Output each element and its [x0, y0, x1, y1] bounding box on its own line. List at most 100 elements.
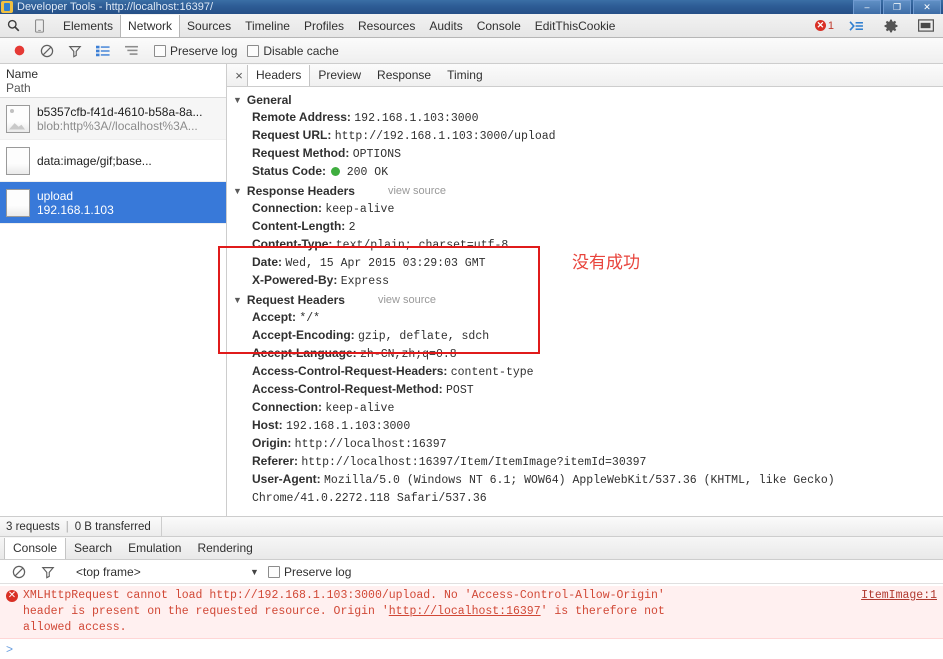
preserve-log-checkbox[interactable]	[154, 44, 166, 57]
request-details-pane: × Headers Preview Response Timing ▼ Gene…	[227, 64, 943, 516]
section-general[interactable]: ▼ General	[233, 91, 943, 109]
toolbar-right-group: ✕ 1	[814, 14, 939, 37]
record-button[interactable]	[6, 39, 32, 63]
status-ok-icon	[331, 167, 341, 176]
annotation-text: 没有成功	[572, 253, 640, 273]
header-key: Status Code:	[252, 164, 327, 178]
header-value: Mozilla/5.0 (Windows NT 6.1; WOW64) Appl…	[252, 474, 835, 505]
header-row-status: Status Code: 200 OK	[233, 163, 943, 181]
tab-audits[interactable]: Audits	[422, 15, 469, 37]
drawer-tab-emulation[interactable]: Emulation	[120, 538, 189, 559]
drawer-tab-console[interactable]: Console	[4, 537, 67, 559]
tab-network[interactable]: Network	[120, 14, 181, 37]
console-preserve-log-toggle[interactable]: Preserve log	[268, 565, 351, 579]
view-source-link-request[interactable]: view source	[378, 292, 436, 308]
header-key: Referer:	[252, 454, 299, 468]
console-preserve-log-checkbox[interactable]	[268, 565, 280, 578]
filter-icon[interactable]	[35, 560, 61, 584]
request-path: 192.168.1.103	[37, 202, 114, 217]
header-key: Remote Address:	[252, 110, 351, 124]
drawer-tabs[interactable]: Console Search Emulation Rendering	[0, 537, 943, 560]
header-value: OPTIONS	[352, 148, 401, 161]
tab-sources[interactable]: Sources	[180, 15, 238, 37]
tab-timeline[interactable]: Timeline	[238, 15, 297, 37]
header-key: Request Method:	[252, 146, 350, 160]
tab-editthiscookie[interactable]: EditThisCookie	[528, 15, 623, 37]
header-key: Content-Length:	[252, 219, 346, 233]
list-item-selected[interactable]: upload 192.168.1.103	[0, 182, 226, 224]
disable-cache-toggle[interactable]: Disable cache	[247, 44, 339, 58]
column-header-name[interactable]: Name	[6, 67, 220, 81]
app-icon	[1, 1, 13, 13]
list-item[interactable]: data:image/gif;base...	[0, 140, 226, 182]
request-list-header: Name Path	[0, 64, 226, 98]
network-toolbar: Preserve log Disable cache	[0, 38, 943, 64]
header-value: gzip, deflate, sdch	[358, 330, 490, 343]
section-response-headers[interactable]: ▼ Response Headers view source	[233, 182, 943, 200]
preserve-log-toggle[interactable]: Preserve log	[154, 44, 237, 58]
search-icon[interactable]	[0, 15, 26, 37]
request-path: blob:http%3A//localhost%3A...	[37, 118, 198, 133]
close-button[interactable]: ✕	[913, 0, 941, 15]
view-list-button[interactable]	[90, 39, 116, 63]
tab-response[interactable]: Response	[369, 65, 439, 86]
tab-headers[interactable]: Headers	[247, 64, 311, 86]
chevron-down-icon: ▼	[233, 295, 242, 305]
console-prompt[interactable]: >	[0, 639, 943, 659]
resource-doc-icon	[6, 188, 30, 217]
close-icon[interactable]: ×	[231, 68, 247, 83]
request-list[interactable]: Name Path b5357cfb-f41d-4610-b58a-8a... …	[0, 64, 227, 516]
prompt-caret-icon: >	[6, 642, 14, 656]
tab-elements[interactable]: Elements	[56, 15, 120, 37]
header-key: User-Agent:	[252, 472, 321, 486]
list-item[interactable]: b5357cfb-f41d-4610-b58a-8a... blob:http%…	[0, 98, 226, 140]
header-row: Access-Control-Request-Headers: content-…	[233, 363, 943, 381]
header-row: Request URL: http://192.168.1.103:3000/u…	[233, 127, 943, 145]
request-detail-tabs[interactable]: × Headers Preview Response Timing	[227, 64, 943, 87]
header-value: http://localhost:16397	[294, 438, 447, 451]
section-request-headers[interactable]: ▼ Request Headers view source	[233, 291, 943, 309]
show-drawer-icon[interactable]	[843, 15, 869, 37]
view-timeline-button[interactable]	[118, 39, 144, 63]
request-name: upload	[37, 188, 74, 203]
tab-resources[interactable]: Resources	[351, 15, 422, 37]
column-header-path[interactable]: Path	[6, 81, 220, 95]
panel-tabs[interactable]: Elements Network Sources Timeline Profil…	[56, 14, 623, 37]
header-key: Date:	[252, 255, 283, 269]
dock-side-icon[interactable]	[913, 15, 939, 37]
resource-image-icon	[6, 104, 30, 133]
drawer-tab-search[interactable]: Search	[66, 538, 120, 559]
console-message-origin-link[interactable]: http://localhost:16397	[389, 605, 541, 618]
tab-preview[interactable]: Preview	[310, 65, 369, 86]
disable-cache-checkbox[interactable]	[247, 44, 260, 57]
header-row: Connection: keep-alive	[233, 200, 943, 218]
minimize-button[interactable]: –	[853, 0, 881, 15]
clear-console-icon[interactable]	[6, 560, 32, 584]
view-source-link-response[interactable]: view source	[388, 183, 446, 199]
tab-console[interactable]: Console	[470, 15, 528, 37]
chevron-down-icon[interactable]: ▼	[250, 567, 259, 577]
gear-icon[interactable]	[878, 15, 904, 37]
window-controls[interactable]: – ❐ ✕	[853, 0, 941, 15]
header-key: Access-Control-Request-Headers:	[252, 364, 448, 378]
drawer-tab-rendering[interactable]: Rendering	[189, 538, 260, 559]
header-key: X-Powered-By:	[252, 273, 338, 287]
console-toolbar: <top frame> ▼ Preserve log	[0, 560, 943, 584]
status-bar-filler	[160, 517, 943, 536]
filter-icon[interactable]	[62, 39, 88, 63]
device-toggle-icon[interactable]	[26, 15, 52, 37]
tab-profiles[interactable]: Profiles	[297, 15, 351, 37]
console-message-source-link[interactable]: ItemImage:1	[861, 589, 937, 602]
transferred-size: 0 B transferred	[74, 520, 151, 533]
tab-timing[interactable]: Timing	[439, 65, 491, 86]
maximize-button[interactable]: ❐	[883, 0, 911, 15]
network-panel: Name Path b5357cfb-f41d-4610-b58a-8a... …	[0, 64, 943, 516]
request-name: data:image/gif;base...	[37, 153, 152, 168]
frame-selector[interactable]: <top frame>	[76, 565, 141, 579]
header-row: X-Powered-By: Express	[233, 272, 943, 290]
clear-button[interactable]	[34, 39, 60, 63]
error-count-badge[interactable]: ✕ 1	[814, 20, 834, 32]
console-error-message[interactable]: ✕ XMLHttpRequest cannot load http://192.…	[0, 586, 943, 639]
header-row: Access-Control-Request-Method: POST	[233, 381, 943, 399]
header-row: Host: 192.168.1.103:3000	[233, 417, 943, 435]
